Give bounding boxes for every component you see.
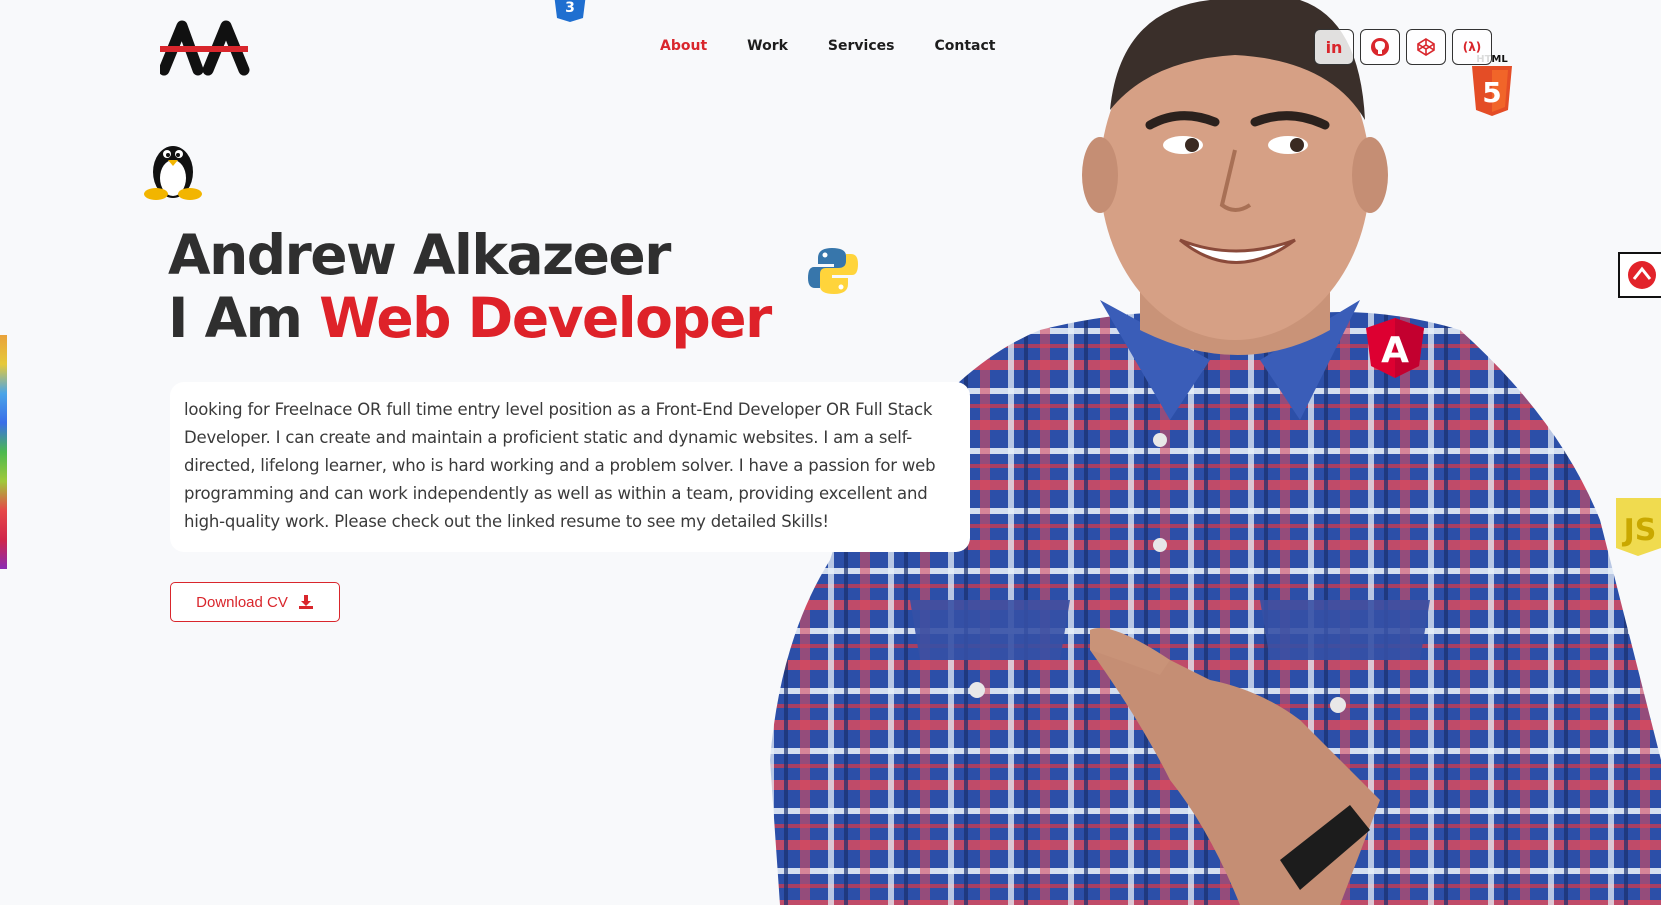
freecodecamp-button[interactable]: (λ) — [1452, 29, 1492, 65]
javascript-icon: JS — [1616, 498, 1661, 556]
side-widget-tab[interactable] — [1618, 252, 1661, 298]
hero-name: Andrew Alkazeer — [168, 223, 671, 287]
linux-tux-icon — [144, 146, 202, 200]
record-icon — [1628, 261, 1656, 289]
svg-text:JS: JS — [1622, 513, 1657, 548]
download-cv-button[interactable]: Download CV — [170, 582, 340, 622]
github-icon — [1371, 38, 1389, 56]
download-cv-label: Download CV — [196, 593, 288, 611]
css3-icon: 3 — [554, 0, 586, 22]
linkedin-button[interactable]: in — [1314, 29, 1354, 65]
download-icon — [298, 595, 313, 609]
color-strip — [0, 335, 7, 569]
freecodecamp-icon: (λ) — [1462, 40, 1482, 54]
hero-role: I Am Web Developer — [168, 285, 772, 351]
codepen-button[interactable] — [1406, 29, 1446, 65]
role-prefix: I Am — [168, 286, 320, 350]
linkedin-icon: in — [1325, 37, 1343, 57]
svg-text:A: A — [1381, 330, 1409, 371]
svg-text:5: 5 — [1482, 76, 1501, 109]
angular-icon: A — [1366, 318, 1424, 378]
codepen-icon — [1417, 38, 1435, 56]
bio-text: looking for Freelnace OR full time entry… — [184, 400, 936, 531]
github-button[interactable] — [1360, 29, 1400, 65]
svg-text:3: 3 — [565, 0, 575, 16]
nav-about[interactable]: About — [660, 38, 707, 54]
role-accent: Web Developer — [319, 286, 772, 350]
social-links: in (λ) — [1314, 29, 1492, 65]
python-icon — [808, 248, 858, 294]
bio-card: looking for Freelnace OR full time entry… — [170, 382, 970, 552]
logo[interactable] — [160, 20, 252, 76]
